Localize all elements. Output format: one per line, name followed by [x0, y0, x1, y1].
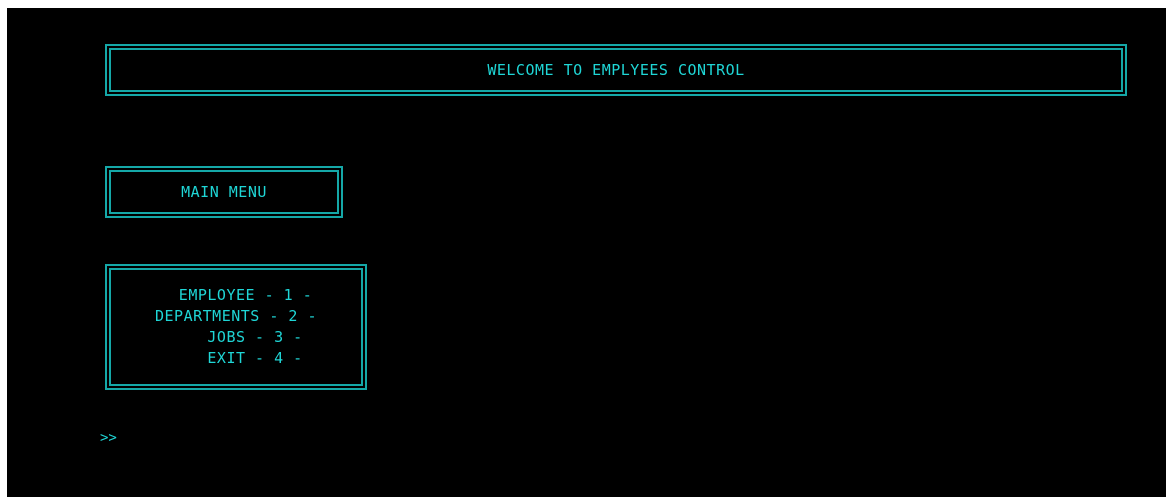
console-window: WELCOME TO EMPLYEES CONTROL MAIN MENU EM… — [7, 8, 1166, 497]
menu-options-box: EMPLOYEE - 1 - DEPARTMENTS - 2 - JOBS - … — [105, 264, 367, 390]
menu-option-exit: EXIT - 4 - — [169, 349, 303, 367]
welcome-title: WELCOME TO EMPLYEES CONTROL — [487, 61, 745, 79]
menu-option-employee: EMPLOYEE - 1 - — [159, 286, 313, 304]
menu-option-departments: DEPARTMENTS - 2 - — [154, 307, 318, 325]
main-menu-title: MAIN MENU — [181, 183, 267, 201]
main-menu-banner: MAIN MENU — [105, 166, 343, 218]
menu-option-jobs: JOBS - 3 - — [169, 328, 303, 346]
input-prompt[interactable]: >> — [100, 430, 117, 446]
welcome-banner: WELCOME TO EMPLYEES CONTROL — [105, 44, 1127, 96]
